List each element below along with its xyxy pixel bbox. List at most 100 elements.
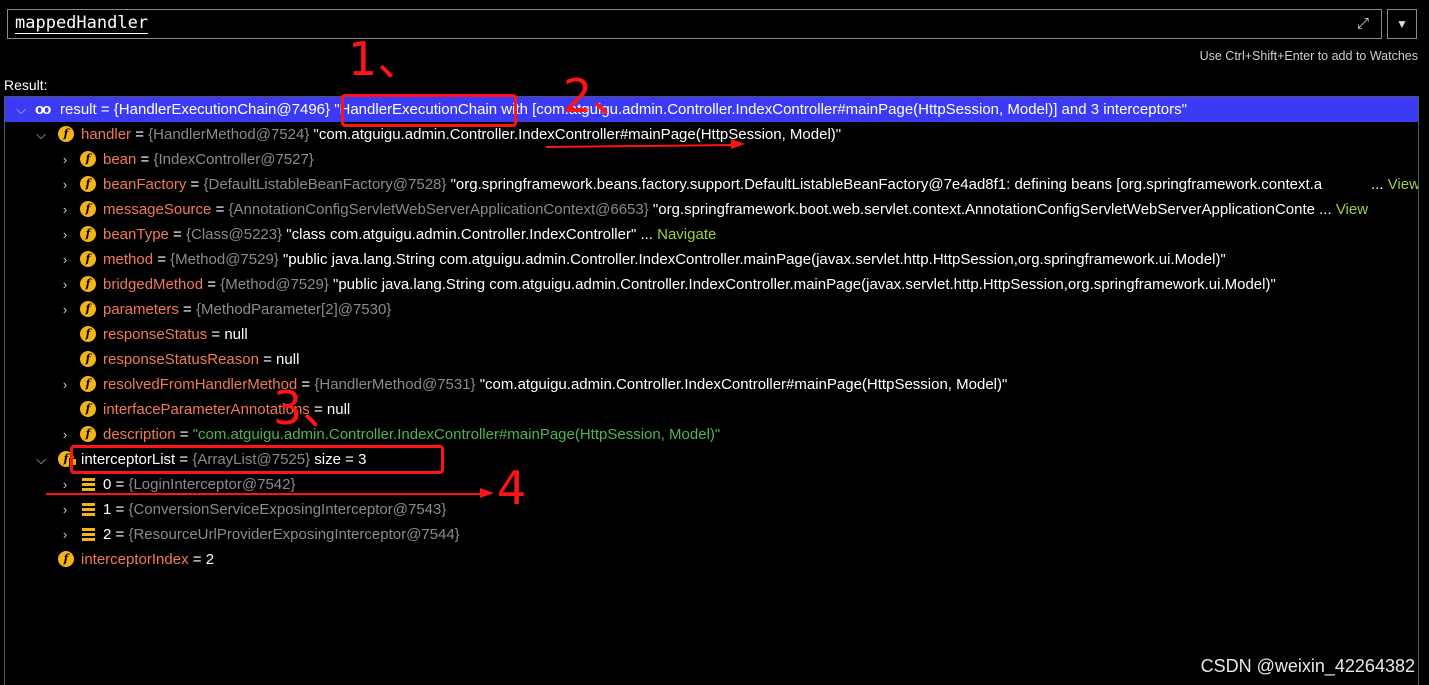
field-name: handler [81, 126, 132, 143]
tree-row-beanType[interactable]: › f beanType = {Class@5223} "class com.a… [5, 222, 1418, 247]
tree-row-bean[interactable]: › f bean = {IndexController@7527} [5, 147, 1418, 172]
tree-row-parameters[interactable]: › f parameters = {MethodParameter[2]@753… [5, 297, 1418, 322]
view-link[interactable]: ... View [1369, 172, 1418, 197]
field-icon: f [80, 276, 96, 292]
expression-text[interactable]: mappedHandler [15, 13, 149, 34]
type-ref: {Method@7529} [220, 276, 329, 293]
field-value: "com.atguigu.admin.Controller.IndexContr… [479, 376, 1008, 393]
list-element-icon [82, 528, 95, 541]
field-name: beanType [103, 226, 169, 243]
field-value: "com.atguigu.admin.Controller.IndexContr… [313, 126, 842, 143]
type-ref: {ConversionServiceExposingInterceptor@75… [128, 501, 447, 518]
field-icon: f [80, 376, 96, 392]
expression-input[interactable]: mappedHandler ⤢ [7, 9, 1382, 39]
navigate-link[interactable]: Navigate [657, 226, 716, 243]
view-link[interactable]: View [1336, 201, 1368, 218]
field-value: "class com.atguigu.admin.Controller.Inde… [286, 226, 653, 243]
annotation-label-1: 1、 [348, 32, 424, 86]
field-value: "org.springframework.boot.web.servlet.co… [652, 201, 1332, 218]
type-ref: {ResourceUrlProviderExposingInterceptor@… [128, 526, 460, 543]
tree-row-responseStatus[interactable]: f responseStatus = null [5, 322, 1418, 347]
field-icon: f [80, 251, 96, 267]
chevron-right-icon[interactable]: › [58, 372, 72, 397]
tree-row-beanFactory[interactable]: › f beanFactory = {DefaultListableBeanFa… [5, 172, 1418, 197]
field-icon: f [80, 401, 96, 417]
field-name: parameters [103, 301, 179, 318]
chevron-down-icon[interactable]: ⌵ [14, 97, 28, 122]
chevron-right-icon[interactable]: › [58, 522, 72, 547]
type-ref: {HandlerExecutionChain@7496} [113, 101, 331, 118]
element-index: 2 [103, 526, 112, 543]
chevron-right-icon[interactable]: › [58, 197, 72, 222]
chevron-right-icon[interactable]: › [58, 147, 72, 172]
field-value: "public java.lang.String com.atguigu.adm… [333, 276, 1276, 293]
annotation-arrow-4-head [480, 488, 494, 498]
field-name: resolvedFromHandlerMethod [103, 376, 298, 393]
type-ref: {AnnotationConfigServletWebServerApplica… [228, 201, 649, 218]
tree-row-messageSource[interactable]: › f messageSource = {AnnotationConfigSer… [5, 197, 1418, 222]
element-index: 0 [103, 476, 112, 493]
tree-row-interceptorIndex[interactable]: f interceptorIndex = 2 [5, 547, 1418, 572]
chevron-right-icon[interactable]: › [58, 422, 72, 447]
chevron-right-icon[interactable]: › [58, 222, 72, 247]
field-icon: f [80, 176, 96, 192]
annotation-arrow-2-head [731, 139, 745, 149]
tree-row-method[interactable]: › f method = {Method@7529} "public java.… [5, 247, 1418, 272]
field-name: description [103, 426, 176, 443]
annotation-arrow-4-line [46, 493, 482, 495]
chevron-down-icon[interactable]: ⌵ [34, 447, 48, 472]
type-ref: {Method@7529} [170, 251, 279, 268]
field-value: null [224, 326, 248, 343]
chevron-right-icon[interactable]: › [58, 272, 72, 297]
field-icon: f [80, 151, 96, 167]
field-value: 2 [205, 551, 215, 568]
chevron-right-icon[interactable]: › [58, 297, 72, 322]
field-icon: f [80, 426, 96, 442]
history-dropdown-button[interactable]: ▼ [1387, 9, 1417, 39]
annotation-label-2: 2、 [563, 69, 639, 123]
expand-arrows-icon[interactable]: ⤢ [1353, 14, 1373, 34]
field-icon: f [58, 551, 74, 567]
field-icon: f [80, 301, 96, 317]
list-element-icon [82, 503, 95, 516]
tree-row-bridgedMethod[interactable]: › f bridgedMethod = {Method@7529} "publi… [5, 272, 1418, 297]
tree-row-interceptor-1[interactable]: › 1 = {ConversionServiceExposingIntercep… [5, 497, 1418, 522]
tree-row-handler[interactable]: ⌵ f handler = {HandlerMethod@7524} "com.… [5, 122, 1418, 147]
field-name: method [103, 251, 154, 268]
tree-row-resolvedFromHandlerMethod[interactable]: › f resolvedFromHandlerMethod = {Handler… [5, 372, 1418, 397]
field-icon: f [80, 226, 96, 242]
annotation-box-1 [341, 94, 517, 127]
field-name: beanFactory [103, 176, 187, 193]
field-icon: f [80, 201, 96, 217]
field-value: "com.atguigu.admin.Controller.IndexContr… [192, 426, 721, 443]
add-to-watches-hint: Use Ctrl+Shift+Enter to add to Watches [1199, 49, 1418, 63]
field-name: responseStatus [103, 326, 208, 343]
field-name: responseStatusReason [103, 351, 259, 368]
chevron-down-icon: ▼ [1396, 17, 1408, 31]
type-ref: {MethodParameter[2]@7530} [195, 301, 392, 318]
chevron-right-icon[interactable]: › [58, 172, 72, 197]
watch-glasses-icon: oo [35, 101, 51, 118]
type-ref: {DefaultListableBeanFactory@7528} [203, 176, 447, 193]
field-name: interceptorIndex [81, 551, 189, 568]
tree-row-interfaceParameterAnnotations[interactable]: f interfaceParameterAnnotations = null [5, 397, 1418, 422]
chevron-down-icon[interactable]: ⌵ [34, 122, 48, 147]
field-value: "org.springframework.beans.factory.suppo… [450, 176, 1323, 193]
tree-row-result[interactable]: ⌵ oo result = {HandlerExecutionChain@749… [5, 97, 1418, 122]
tree-row-responseStatusReason[interactable]: f responseStatusReason = null [5, 347, 1418, 372]
field-icon: f [80, 326, 96, 342]
chevron-right-icon[interactable]: › [58, 247, 72, 272]
type-ref: {HandlerMethod@7524} [148, 126, 310, 143]
result-label: Result: [4, 77, 48, 93]
chevron-right-icon[interactable]: › [58, 497, 72, 522]
annotation-box-3 [70, 445, 444, 474]
field-icon: f [80, 351, 96, 367]
tree-row-interceptor-2[interactable]: › 2 = {ResourceUrlProviderExposingInterc… [5, 522, 1418, 547]
result-tree[interactable]: ⌵ oo result = {HandlerExecutionChain@749… [4, 96, 1419, 685]
tree-row-description[interactable]: › f description = "com.atguigu.admin.Con… [5, 422, 1418, 447]
type-ref: {LoginInterceptor@7542} [128, 476, 296, 493]
annotation-label-4: 4 [497, 461, 527, 515]
field-value: "public java.lang.String com.atguigu.adm… [282, 251, 1226, 268]
annotation-label-3: 3、 [273, 381, 349, 435]
field-name: result [60, 101, 97, 118]
